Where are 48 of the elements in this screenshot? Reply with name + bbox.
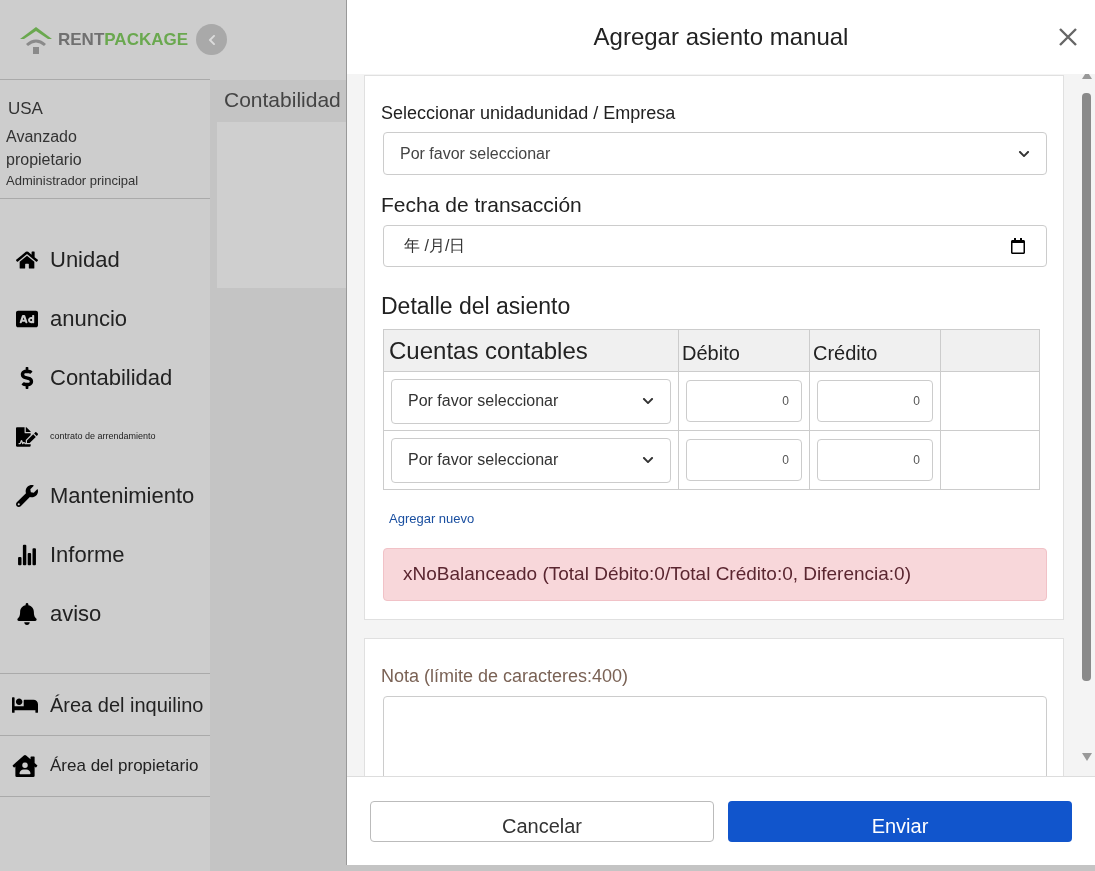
page-title: Contabilidad — [224, 88, 341, 111]
add-new-link[interactable]: Agregar nuevo — [389, 511, 475, 526]
nav-item[interactable]: Contabilidad — [50, 361, 173, 394]
credit-input[interactable]: 0 — [817, 439, 933, 481]
role-text: Administrador principal — [6, 171, 140, 190]
modal-title: Agregar asiento manual — [593, 22, 849, 52]
select-field[interactable]: Por favor seleccionar — [391, 437, 671, 483]
scroll-down-icon[interactable] — [1081, 753, 1092, 761]
nav-item[interactable]: Informe — [50, 538, 125, 571]
plan-text: Avanzado propietario — [6, 126, 83, 170]
field-label: Fecha de transacción — [381, 192, 583, 218]
signed-document-icon — [16, 425, 38, 448]
field-label: Seleccionar unidadunidad / Empresa — [381, 102, 677, 125]
logo-text: RENTPACKAGE — [58, 28, 189, 51]
nav-item[interactable]: aviso — [50, 597, 102, 630]
chevron-down-icon — [642, 395, 654, 407]
submit-button[interactable]: Enviar — [728, 801, 1072, 842]
area-link[interactable]: Área del propietario — [50, 753, 199, 779]
scrollbar-thumb[interactable] — [1082, 93, 1091, 681]
date-field[interactable]: 年 /月/日 — [383, 224, 1047, 267]
calendar-icon — [1010, 237, 1026, 254]
select-field[interactable]: Por favor seleccionar — [391, 378, 671, 424]
nav-item[interactable]: contrato de arrendamiento — [50, 429, 156, 444]
home-icon — [16, 248, 38, 271]
cancel-button[interactable]: Cancelar — [370, 801, 714, 842]
section-title: Detalle del asiento — [381, 291, 572, 321]
nav-item[interactable]: Mantenimiento — [50, 479, 195, 512]
nav-item[interactable]: Unidad — [50, 243, 120, 276]
country-text: USA — [8, 98, 44, 120]
bar-chart-icon — [16, 543, 38, 566]
bell-icon — [16, 602, 38, 625]
house-user-icon — [12, 755, 38, 777]
area-link[interactable]: Área del inquilino — [50, 689, 204, 720]
wrench-icon — [16, 484, 38, 507]
column-header: Crédito — [809, 329, 941, 372]
column-header: Débito — [678, 329, 810, 372]
credit-input[interactable]: 0 — [817, 380, 933, 422]
debit-input[interactable]: 0 — [686, 439, 802, 481]
select-field[interactable]: Por favor seleccionar — [383, 132, 1047, 175]
logo-icon — [18, 24, 54, 55]
field-label: Nota (límite de caracteres:400) — [381, 665, 630, 688]
collapse-button[interactable] — [196, 24, 227, 55]
debit-input[interactable]: 0 — [686, 380, 802, 422]
close-icon — [1058, 27, 1078, 47]
alert-message: xNoBalanceado (Total Débito:0/Total Crédito:0, Diferencia:0) — [383, 548, 1047, 601]
chevron-down-icon — [642, 454, 654, 466]
column-header: Cuentas contables — [383, 329, 679, 372]
nav-item[interactable]: anuncio — [50, 302, 128, 335]
